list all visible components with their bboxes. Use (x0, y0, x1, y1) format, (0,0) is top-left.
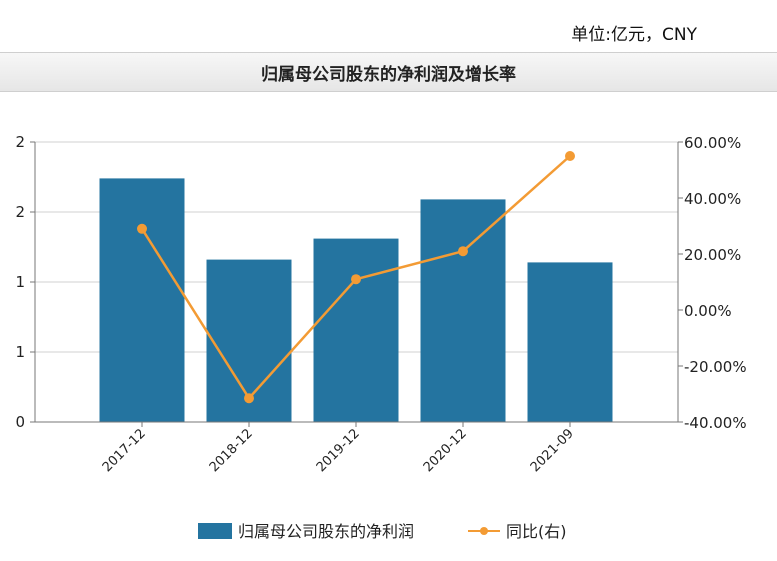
legend-line-marker (480, 527, 488, 535)
x-tick-label: 2021-09 (528, 426, 577, 475)
bar (420, 199, 506, 422)
left-tick-label: 0 (15, 413, 25, 431)
x-tick-label: 2018-12 (207, 426, 256, 475)
left-tick-label: 1 (15, 343, 25, 361)
right-tick-label: 20.00% (684, 246, 741, 264)
left-tick-label: 1 (15, 273, 25, 291)
growth-point (565, 151, 575, 161)
bar (313, 238, 399, 422)
x-tick-label: 2019-12 (314, 426, 363, 475)
legend: 归属母公司股东的净利润 同比(右) (198, 522, 567, 541)
right-tick-label: 40.00% (684, 190, 741, 208)
growth-point (351, 274, 361, 285)
legend-bar-swatch (198, 523, 232, 539)
bar-layer (99, 178, 613, 422)
combo-chart: 0 1 1 2 2 -40.00% -20.00% 0.00% 20.00% 40.00% 60.0… (15, 133, 747, 541)
left-tick-label: 2 (15, 203, 25, 221)
x-tick-label: 2020-12 (421, 426, 470, 475)
right-tick-label: 0.00% (684, 302, 732, 320)
legend-line-label: 同比(右) (506, 522, 567, 541)
legend-bar-label: 归属母公司股东的净利润 (238, 522, 414, 541)
growth-point (244, 393, 254, 404)
growth-point (458, 246, 468, 257)
x-tick-label: 2017-12 (100, 426, 149, 475)
right-tick-label: -40.00% (684, 414, 747, 432)
right-tick-label: 60.00% (684, 134, 741, 152)
growth-point (137, 223, 147, 234)
left-tick-label: 2 (15, 133, 25, 151)
right-tick-label: -20.00% (684, 358, 747, 376)
bar (99, 178, 185, 422)
bar (527, 262, 613, 422)
